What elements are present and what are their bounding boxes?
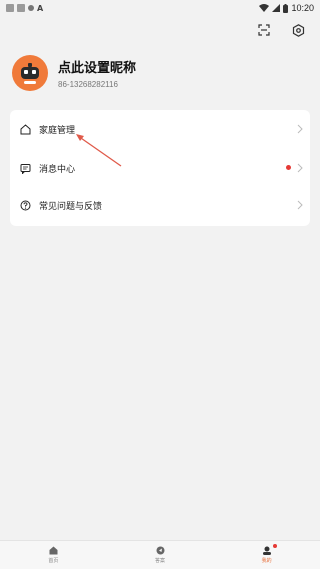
profile-header[interactable]: 点此设置昵称 86-13268282116 [12, 55, 136, 91]
message-icon [19, 162, 31, 174]
tab-answer[interactable]: 答案 [107, 541, 214, 569]
notification-square-icon [17, 4, 25, 12]
tab-badge [273, 544, 278, 548]
menu-item-label: 常见问题与反馈 [39, 201, 103, 212]
nickname[interactable]: 点此设置昵称 [58, 57, 136, 76]
help-icon [19, 199, 31, 211]
robot-avatar-icon [21, 63, 39, 84]
menu-item-family-management[interactable]: 家庭管理 [10, 113, 310, 145]
scan-icon [258, 24, 270, 36]
profile-tab-icon [262, 546, 271, 555]
answer-tab-icon [156, 546, 164, 555]
menu-card: 家庭管理 消息中心 常见问题与反馈 [10, 110, 310, 226]
settings-icon [292, 23, 304, 37]
chevron-right-icon [297, 200, 303, 210]
tab-home[interactable]: 首页 [0, 541, 107, 569]
notification-circle-icon [28, 5, 34, 11]
bottom-tab-bar: 首页 答案 我的 [0, 540, 320, 569]
avatar[interactable] [12, 55, 48, 91]
menu-item-label: 消息中心 [39, 164, 76, 175]
notification-a-icon: A [37, 3, 44, 13]
tab-label: 我的 [261, 558, 272, 564]
phone-number: 86-13268282116 [58, 80, 118, 89]
signal-icon [272, 4, 281, 12]
unread-badge [286, 165, 291, 170]
home-icon [19, 123, 31, 135]
battery-icon [283, 3, 289, 13]
menu-item-label: 家庭管理 [39, 125, 76, 136]
settings-button[interactable] [290, 22, 306, 38]
status-right-icons: 10:20 [259, 3, 314, 13]
wifi-icon [259, 4, 270, 12]
header-actions [256, 22, 306, 38]
home-tab-icon [49, 546, 58, 555]
profile-text: 点此设置昵称 86-13268282116 [58, 57, 136, 89]
tab-label: 首页 [48, 558, 59, 564]
notification-square-icon [6, 4, 14, 12]
chevron-right-icon [297, 124, 303, 134]
chevron-right-icon [297, 163, 303, 173]
menu-item-message-center[interactable]: 消息中心 [10, 152, 310, 184]
status-left-icons: A [6, 4, 43, 13]
menu-item-faq-feedback[interactable]: 常见问题与反馈 [10, 189, 310, 221]
status-bar: A 10:20 [0, 0, 320, 16]
scan-button[interactable] [256, 22, 272, 38]
tab-label: 答案 [155, 558, 166, 564]
tab-profile[interactable]: 我的 [213, 541, 320, 569]
clock-time: 10:20 [291, 3, 314, 13]
